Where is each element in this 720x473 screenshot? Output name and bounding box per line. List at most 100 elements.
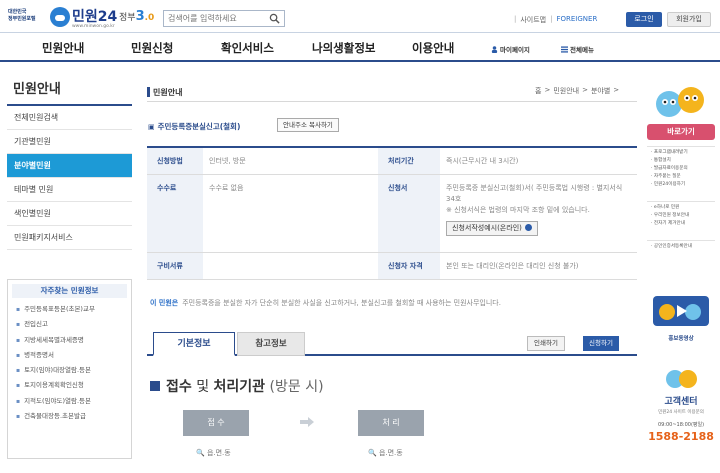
tab-reference-info[interactable]: 참고정보 — [237, 332, 305, 356]
step-process-agency-label: 읍.면.동 — [378, 449, 403, 457]
gnb-item-lifeinfo[interactable]: 나의생활정보 — [312, 40, 375, 56]
method-value: 인터넷, 방문 — [203, 147, 378, 175]
sidebar-item-by-agency[interactable]: 기관별민원 — [7, 130, 132, 154]
mypage-label: 마이페이지 — [500, 46, 530, 54]
sitemap-link[interactable]: 사이트맵 — [520, 15, 546, 25]
gov-portal-logo[interactable]: 대한민국 정부민원포털 — [8, 9, 48, 23]
faq-item[interactable]: 지방세세목별과세증명 — [8, 333, 131, 348]
utility-links: | 사이트맵 | FOREIGNER — [514, 15, 597, 25]
sidebar-item-all-search[interactable]: 전체민원검색 — [7, 106, 132, 130]
quick-menu-title: 바로가기 — [647, 124, 715, 140]
allmenu-link[interactable]: 전체메뉴 — [561, 44, 594, 54]
gnb-item-usage[interactable]: 이용안내 — [412, 40, 454, 56]
step-receive-agency-label: 읍.면.동 — [206, 449, 231, 457]
section-title-part2: 처리기관 — [213, 379, 266, 395]
sidebar-item-by-field[interactable]: 분야별민원 — [7, 154, 132, 178]
search-icon[interactable] — [269, 13, 280, 24]
foreigner-link[interactable]: FOREIGNER — [556, 15, 597, 25]
person-icon — [491, 45, 498, 53]
quick-item[interactable]: 발급자료이용문의 — [651, 165, 715, 173]
faq-item[interactable]: 지적도(임야도)열람.등본 — [8, 394, 131, 409]
faq-item[interactable]: 주민등록표등본(초본)교부 — [8, 302, 131, 317]
logo-text: 민원24 — [72, 9, 118, 25]
logo-url: www.minwon.go.kr — [72, 24, 115, 29]
faq-item[interactable]: 토지(임야)대장열람.등본 — [8, 363, 131, 378]
quick-list-3: 공인인증서등록안내 — [647, 240, 715, 251]
quick-item[interactable]: 전자기 제거안내 — [651, 220, 715, 228]
faq-item[interactable]: 건축물대장등.초본발급 — [8, 409, 131, 424]
fee-value: 수수료 없음 — [203, 174, 378, 253]
center-hours: 09:00~18:00(평일) — [657, 422, 705, 428]
qualification-label: 신청자 자격 — [378, 252, 440, 280]
section-marker-icon — [150, 381, 160, 391]
breadcrumb-guide[interactable]: 민원안내 — [553, 86, 579, 96]
sidebar-item-by-index[interactable]: 색인별민원 — [7, 202, 132, 226]
quick-item[interactable]: 자주묻는 질문 — [651, 173, 715, 181]
sidebar-item-by-theme[interactable]: 테마별 민원 — [7, 178, 132, 202]
apply-example-button[interactable]: 신청서작성예시(온라인) — [446, 221, 538, 236]
copy-address-button[interactable]: 안내주소 복사하기 — [277, 118, 339, 132]
promo-video-link[interactable]: 홍보동영상 — [647, 292, 715, 342]
center-subtitle: 민원24 사이트 이용문의 — [658, 410, 704, 415]
note-text: 주민등록증을 분실한 자가 단순히 분실한 사실을 신고하거나, 분실신고를 철… — [182, 299, 501, 307]
breadcrumb-field[interactable]: 분야별 — [591, 86, 610, 96]
gnb-item-verify[interactable]: 확인서비스 — [221, 40, 274, 56]
service-title: 주민등록증분실신고(철회) — [148, 121, 241, 132]
quick-item[interactable]: 공인인증서등록안내 — [651, 243, 715, 251]
step-receive-agency: 🔍 읍.면.동 — [196, 449, 231, 457]
login-button[interactable]: 로그인 — [626, 12, 662, 27]
main-navigation: 민원안내 민원신청 확인서비스 나의생활정보 이용안내 마이페이지 전체메뉴 — [0, 32, 720, 62]
gov30-suffix: .0 — [144, 13, 155, 23]
separator: | — [514, 15, 517, 23]
faq-box: 자주찾는 민원정보 주민등록표등본(초본)교부 전입신고 지방세세목별과세증명 … — [7, 279, 132, 459]
center-title: 고객센터 — [664, 397, 698, 407]
service-info-table: 신청방법 인터넷, 방문 처리기간 즉시(근무시간 내 3시간) 수수료 수수료… — [147, 146, 637, 280]
print-button[interactable]: 인쇄하기 — [527, 336, 565, 351]
sidebar-title: 민원안내 — [7, 76, 132, 106]
sidebar-item-package[interactable]: 민원패키지서비스 — [7, 226, 132, 250]
left-sidebar: 민원안내 전체민원검색 기관별민원 분야별민원 테마별 민원 색인별민원 민원패… — [7, 76, 132, 250]
faq-title: 자주찾는 민원정보 — [12, 284, 127, 298]
period-label: 처리기간 — [378, 147, 440, 175]
video-label: 홍보동영상 — [668, 336, 694, 342]
quick-item[interactable]: 우리민원 정보안내 — [651, 212, 715, 220]
quick-item[interactable]: 프로그램내려받기 — [651, 149, 715, 157]
separator: | — [550, 15, 553, 23]
gnb-item-guide[interactable]: 민원안내 — [42, 40, 84, 56]
form-label: 신청서 — [378, 174, 440, 253]
step-process-agency: 🔍 읍.면.동 — [368, 449, 403, 457]
center-phone: 1588-2188 — [648, 430, 714, 443]
step-process: 처 리 — [358, 410, 424, 436]
quick-item[interactable]: 통합설치 — [651, 157, 715, 165]
quick-item[interactable]: e하나로 민원 — [651, 204, 715, 212]
step-receive: 접 수 — [183, 410, 249, 436]
note-label: 이 민원은 — [150, 299, 179, 307]
quick-list-2: e하나로 민원 우리민원 정보안내 전자기 제거안내 — [647, 201, 715, 228]
qualification-value: 본인 또는 대리인(온라인은 대리인 신청 불가) — [440, 252, 637, 280]
faq-item[interactable]: 전입신고 — [8, 317, 131, 332]
fee-label: 수수료 — [147, 174, 203, 253]
docs-label: 구비서류 — [147, 252, 203, 280]
breadcrumb-home[interactable]: 홈 — [535, 86, 541, 96]
tab-basic-info[interactable]: 기본정보 — [153, 332, 235, 356]
divider — [147, 101, 637, 102]
faq-item[interactable]: 병적증명서 — [8, 348, 131, 363]
breadcrumb-separator: > — [582, 86, 588, 94]
quick-item[interactable]: 민원24이용하기 — [651, 181, 715, 189]
faq-item[interactable]: 토지이용계획확인신청 — [8, 378, 131, 393]
mypage-link[interactable]: 마이페이지 — [491, 44, 530, 54]
period-value: 즉시(근무시간 내 3시간) — [440, 147, 637, 175]
apply-example-label: 신청서작성예시(온라인) — [452, 224, 522, 232]
method-label: 신청방법 — [147, 147, 203, 175]
section-title-part1: 접수 — [166, 379, 192, 395]
form-value: 주민등록증 분실신고(철회)서( 주민등록법 시행령 : 별지서식 34호 — [446, 184, 623, 203]
signup-button[interactable]: 회원가입 — [667, 12, 711, 27]
apply-button[interactable]: 신청하기 — [583, 336, 619, 351]
form-cell: 주민등록증 분실신고(철회)서( 주민등록법 시행령 : 별지서식 34호 ※ … — [440, 174, 637, 253]
form-note: ※ 신청서식은 법령의 마지막 조항 밑에 있습니다. — [446, 206, 590, 214]
gov30-logo[interactable]: 정부3.0 — [119, 9, 154, 24]
gnb-item-apply[interactable]: 민원신청 — [131, 40, 173, 56]
search-input[interactable] — [164, 11, 264, 26]
video-icon — [653, 296, 709, 326]
service-note: 이 민원은 주민등록증을 분실한 자가 단순히 분실한 사실을 신고하거나, 분실… — [150, 298, 638, 308]
